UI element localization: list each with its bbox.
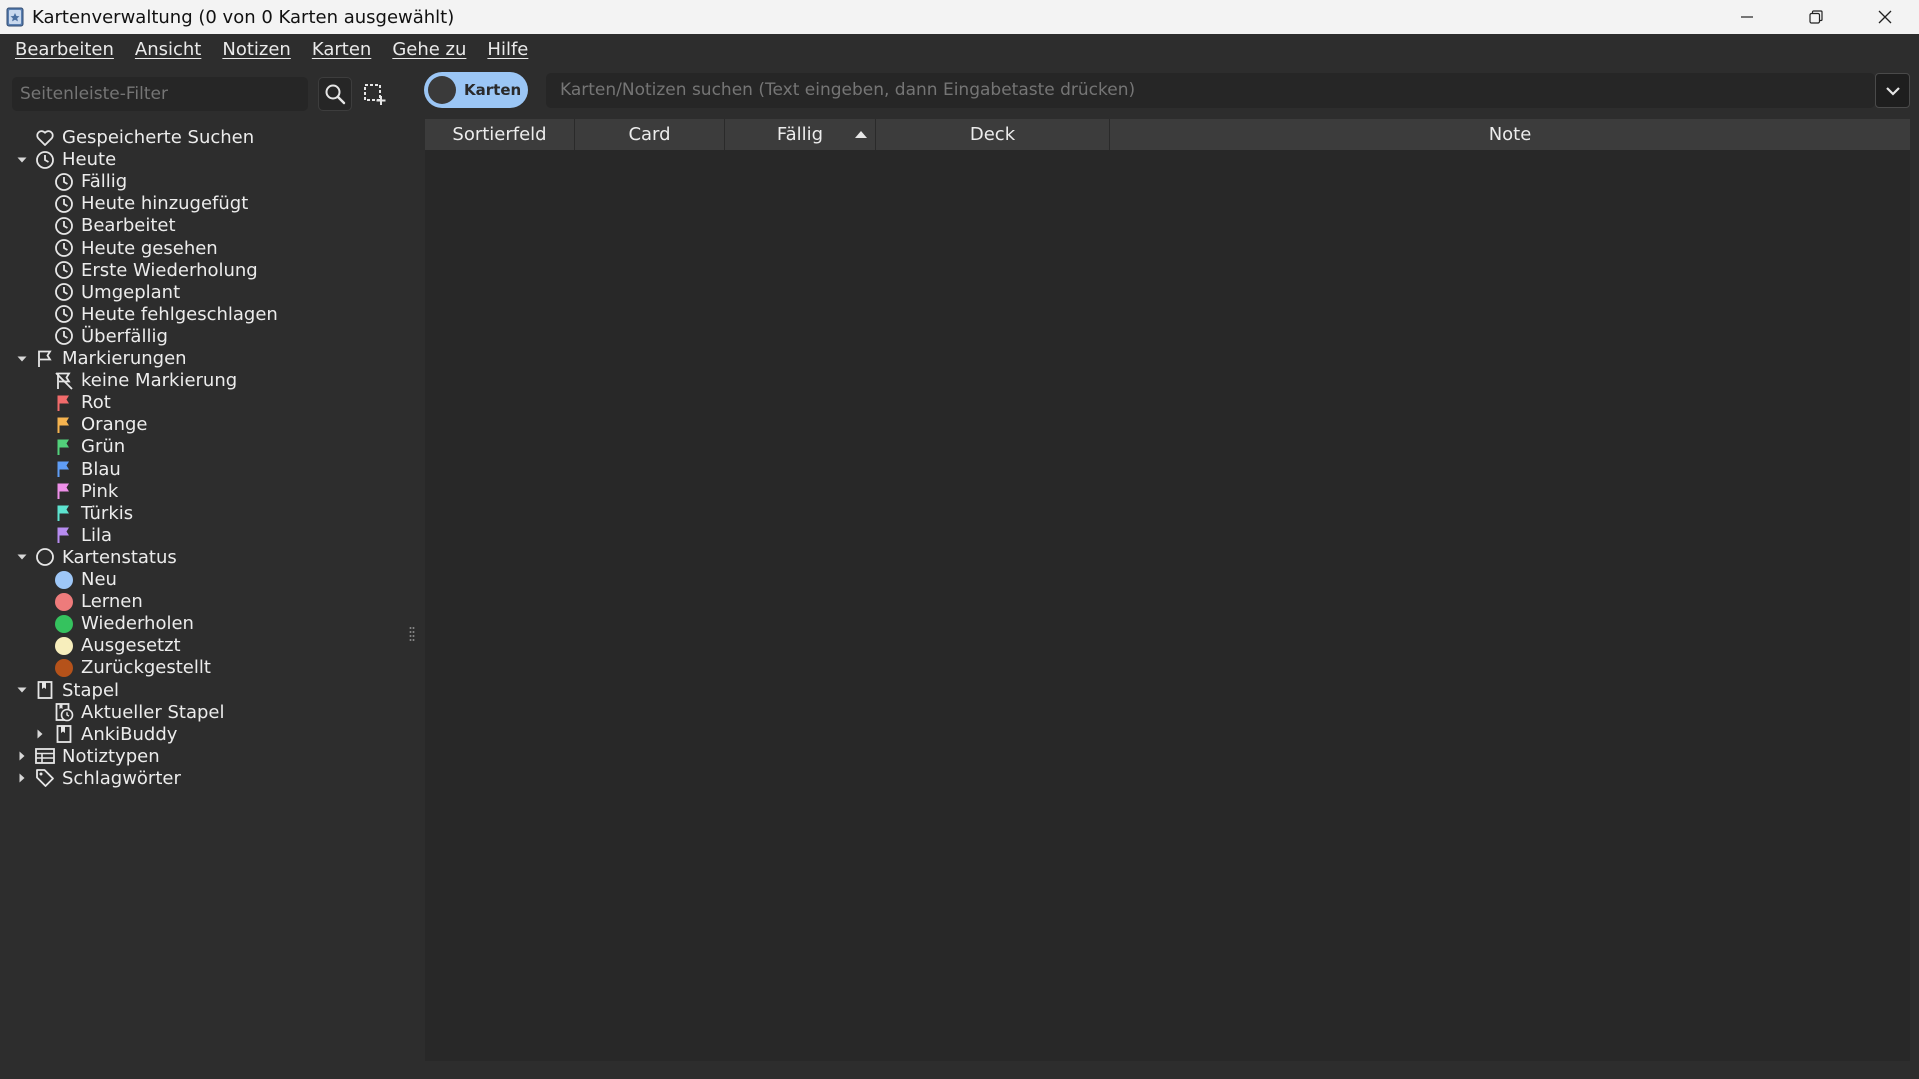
sidebar-item-label: Orange xyxy=(81,414,148,436)
chevron-down-icon xyxy=(1885,86,1900,96)
sidebar-item-label: Lernen xyxy=(81,591,143,613)
menu-notizen[interactable]: Notizen xyxy=(222,39,290,60)
cards-notes-toggle[interactable]: Karten xyxy=(424,72,528,108)
column-header-faellig[interactable]: Fällig xyxy=(725,119,876,150)
sidebar-item-label: Lila xyxy=(81,524,113,546)
card-table[interactable]: Sortierfeld Card Fällig Deck Note xyxy=(425,119,1910,1061)
card-search-input[interactable] xyxy=(546,73,1875,108)
sidebar-item-label: Neu xyxy=(81,569,117,590)
sidebar-item-label: Gespeicherte Suchen xyxy=(62,127,255,148)
column-header-sortierfeld[interactable]: Sortierfeld xyxy=(425,119,575,150)
search-icon xyxy=(325,84,346,105)
restore-icon xyxy=(1808,10,1823,24)
sidebar-item-label: Heute fehlgeschlagen xyxy=(81,303,278,325)
sidebar: Gespeicherte SuchenHeuteFälligHeute hinz… xyxy=(0,64,418,1079)
sidebar-item-label: Grün xyxy=(81,436,126,458)
expand-arrow-down-icon[interactable] xyxy=(16,154,28,166)
minimize-button[interactable] xyxy=(1712,0,1781,34)
title-bar: Kartenverwaltung (0 von 0 Karten ausgewä… xyxy=(0,0,1919,34)
sort-ascending-icon xyxy=(855,131,867,138)
sidebar-item-label: Überfällig xyxy=(81,325,168,347)
sidebar-item-label: Stapel xyxy=(62,679,120,701)
restore-button[interactable] xyxy=(1781,0,1850,34)
menu-gehe-zu[interactable]: Gehe zu xyxy=(392,39,466,60)
sidebar-item-label: Kartenstatus xyxy=(62,546,177,568)
sidebar-item-label: Rot xyxy=(81,392,111,414)
splitter-handle-icon[interactable] xyxy=(409,626,415,644)
sidebar-item-label: Heute xyxy=(62,149,117,171)
sidebar-item-label: Heute hinzugefügt xyxy=(81,193,249,215)
sidebar-item[interactable]: Schlagwörter xyxy=(0,765,400,792)
close-button[interactable] xyxy=(1850,0,1919,34)
tag-icon xyxy=(34,767,56,789)
toggle-label: Karten xyxy=(464,81,522,99)
menu-bearbeiten[interactable]: Bearbeiten xyxy=(15,39,114,60)
expand-arrow-right-icon[interactable] xyxy=(34,728,46,740)
search-history-dropdown[interactable] xyxy=(1875,73,1910,108)
sidebar-item-label: Ausgesetzt xyxy=(81,635,181,657)
expand-arrow-right-icon[interactable] xyxy=(16,772,28,784)
status-area xyxy=(0,1061,1919,1079)
column-header-note[interactable]: Note xyxy=(1110,119,1910,150)
sidebar-item-label: Bearbeitet xyxy=(81,215,176,237)
expand-arrow-down-icon[interactable] xyxy=(16,684,28,696)
menu-bar: Bearbeiten Ansicht Notizen Karten Gehe z… xyxy=(0,34,1919,64)
sidebar-item-label: keine Markierung xyxy=(81,370,238,392)
sidebar-item-label: Erste Wiederholung xyxy=(81,259,258,281)
sidebar-item-label: Notiztypen xyxy=(62,745,160,767)
column-label: Deck xyxy=(969,124,1016,145)
column-label: Note xyxy=(1488,124,1532,145)
sidebar-item-label: Blau xyxy=(81,458,121,480)
sidebar-item-label: Schlagwörter xyxy=(62,767,181,789)
sidebar-item-label: Wiederholen xyxy=(81,613,194,635)
sidebar-search-button[interactable] xyxy=(318,77,352,111)
sidebar-item-label: Türkis xyxy=(81,502,134,524)
menu-ansicht[interactable]: Ansicht xyxy=(135,39,201,60)
minimize-icon xyxy=(1740,16,1753,18)
sidebar-item-label: Pink xyxy=(81,480,119,502)
expand-arrow-right-icon[interactable] xyxy=(16,750,28,762)
selection-add-icon xyxy=(364,84,386,105)
menu-hilfe[interactable]: Hilfe xyxy=(487,39,528,60)
window-title: Kartenverwaltung (0 von 0 Karten ausgewä… xyxy=(32,6,455,28)
selection-tool-button[interactable] xyxy=(358,77,392,111)
sidebar-item-label: Markierungen xyxy=(62,348,187,369)
sidebar-item-label: AnkiBuddy xyxy=(81,723,178,745)
expand-arrow-down-icon[interactable] xyxy=(16,551,28,563)
column-label: Fällig xyxy=(776,124,824,145)
column-header-deck[interactable]: Deck xyxy=(876,119,1110,150)
column-label: Sortierfeld xyxy=(452,124,547,145)
sidebar-item-label: Fällig xyxy=(81,171,128,193)
sidebar-item-label: Umgeplant xyxy=(81,281,181,303)
sidebar-item-label: Zurückgestellt xyxy=(81,657,211,679)
anki-app-icon xyxy=(6,7,24,27)
close-icon xyxy=(1878,10,1891,24)
column-label: Card xyxy=(628,124,671,145)
expand-arrow-down-icon[interactable] xyxy=(16,353,28,365)
sidebar-filter-input[interactable] xyxy=(12,77,308,111)
column-header-card[interactable]: Card xyxy=(575,119,725,150)
table-header: Sortierfeld Card Fällig Deck Note xyxy=(425,119,1910,150)
sidebar-item-label: Heute gesehen xyxy=(81,237,218,259)
menu-karten[interactable]: Karten xyxy=(312,39,371,60)
toggle-knob xyxy=(428,76,456,104)
sidebar-item-label: Aktueller Stapel xyxy=(81,701,225,723)
